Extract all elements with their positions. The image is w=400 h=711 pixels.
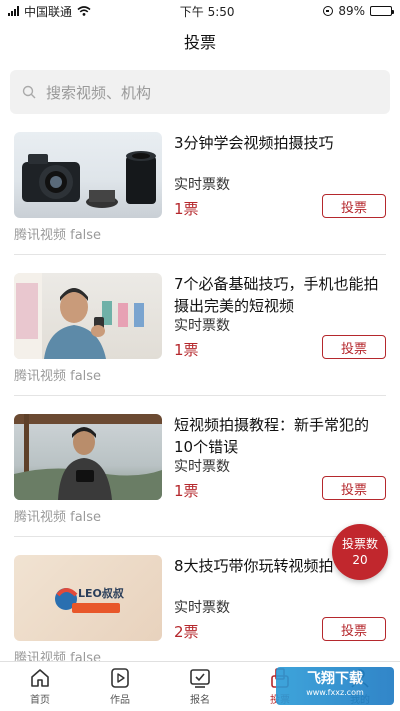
video-thumbnail[interactable]	[14, 414, 162, 500]
vote-button[interactable]: 投票	[322, 335, 386, 359]
list-item[interactable]: 7个必备基础技巧，手机也能拍摄出完美的短视频 实时票数 1票 投票 腾讯视频 f…	[0, 273, 400, 396]
search-container: 搜索视频、机构	[0, 60, 400, 114]
vote-total-badge[interactable]: 投票数 20	[332, 524, 388, 580]
rotation-lock-icon	[323, 6, 334, 16]
item-source: 腾讯视频 false	[14, 369, 102, 384]
tab-label: 报名	[190, 695, 210, 706]
vote-total-value: 20	[352, 553, 368, 567]
play-icon	[111, 668, 129, 688]
vote-list: 3分钟学会视频拍摄技巧 实时票数 1票 投票 腾讯视频 false 7个必备基础…	[0, 132, 400, 671]
status-left: 中国联通	[8, 3, 91, 20]
tab-label: 首页	[30, 695, 50, 706]
vote-count: 1票	[174, 200, 199, 218]
status-time: 下午 5:50	[179, 4, 235, 19]
home-icon	[31, 669, 49, 687]
list-item[interactable]: 3分钟学会视频拍摄技巧 实时票数 1票 投票 腾讯视频 false	[0, 132, 400, 255]
tab-home[interactable]: 首页	[0, 662, 80, 711]
battery-icon	[369, 6, 394, 16]
carrier-label: 中国联通	[24, 4, 73, 19]
battery-percent: 89%	[338, 4, 365, 18]
video-thumbnail[interactable]	[14, 132, 162, 218]
vote-count: 2票	[174, 623, 199, 641]
divider	[14, 254, 386, 255]
item-title: 3分钟学会视频拍摄技巧	[174, 134, 334, 152]
vote-button[interactable]: 投票	[322, 617, 386, 641]
vote-count-label: 实时票数	[174, 600, 230, 616]
person-outdoor-image	[14, 414, 162, 500]
vote-count-label: 实时票数	[174, 318, 230, 334]
signal-icon	[8, 6, 19, 16]
vote-count-label: 实时票数	[174, 177, 230, 193]
vote-total-label: 投票数	[341, 537, 378, 551]
watermark-url: www.fxxz.com	[306, 688, 364, 697]
item-info: 短视频拍摄教程：新手常犯的10个错误 实时票数 1票 投票	[174, 414, 386, 504]
vote-button[interactable]: 投票	[322, 476, 386, 500]
search-placeholder: 搜索视频、机构	[46, 83, 152, 102]
item-info: 7个必备基础技巧，手机也能拍摄出完美的短视频 实时票数 1票 投票	[174, 273, 386, 363]
item-info: 3分钟学会视频拍摄技巧 实时票数 1票 投票	[174, 132, 386, 222]
tab-signup[interactable]: 报名	[160, 662, 240, 711]
search-input[interactable]: 搜索视频、机构	[10, 70, 390, 114]
watermark-logo: 飞翔下载 www.fxxz.com	[276, 667, 394, 705]
camera-image	[22, 151, 156, 208]
vote-count-label: 实时票数	[174, 459, 230, 475]
checkbox-icon	[190, 669, 210, 688]
vote-button[interactable]: 投票	[322, 194, 386, 218]
tab-works[interactable]: 作品	[80, 662, 160, 711]
tab-label: 作品	[110, 695, 130, 706]
status-right: 89%	[323, 4, 394, 18]
item-source: 腾讯视频 false	[14, 228, 102, 243]
status-bar: 中国联通 下午 5:50 89%	[0, 0, 400, 22]
item-title: 短视频拍摄教程：新手常犯的10个错误	[174, 416, 370, 456]
thumbnail-caption: LEO叔叔	[78, 587, 124, 600]
wifi-icon	[77, 6, 91, 16]
video-thumbnail[interactable]	[14, 273, 162, 359]
divider	[14, 395, 386, 396]
person-phone-image	[14, 273, 144, 359]
item-source: 腾讯视频 false	[14, 510, 102, 525]
page-title: 投票	[183, 33, 216, 52]
divider	[14, 536, 386, 537]
item-title: 7个必备基础技巧，手机也能拍摄出完美的短视频	[174, 275, 379, 315]
vote-count: 1票	[174, 341, 199, 359]
watermark-text: 飞翔下载	[307, 671, 363, 687]
list-item[interactable]: 短视频拍摄教程：新手常犯的10个错误 实时票数 1票 投票 腾讯视频 false	[0, 414, 400, 537]
video-thumbnail[interactable]: LEO叔叔	[14, 555, 162, 641]
search-icon	[22, 85, 36, 99]
vote-count: 1票	[174, 482, 199, 500]
